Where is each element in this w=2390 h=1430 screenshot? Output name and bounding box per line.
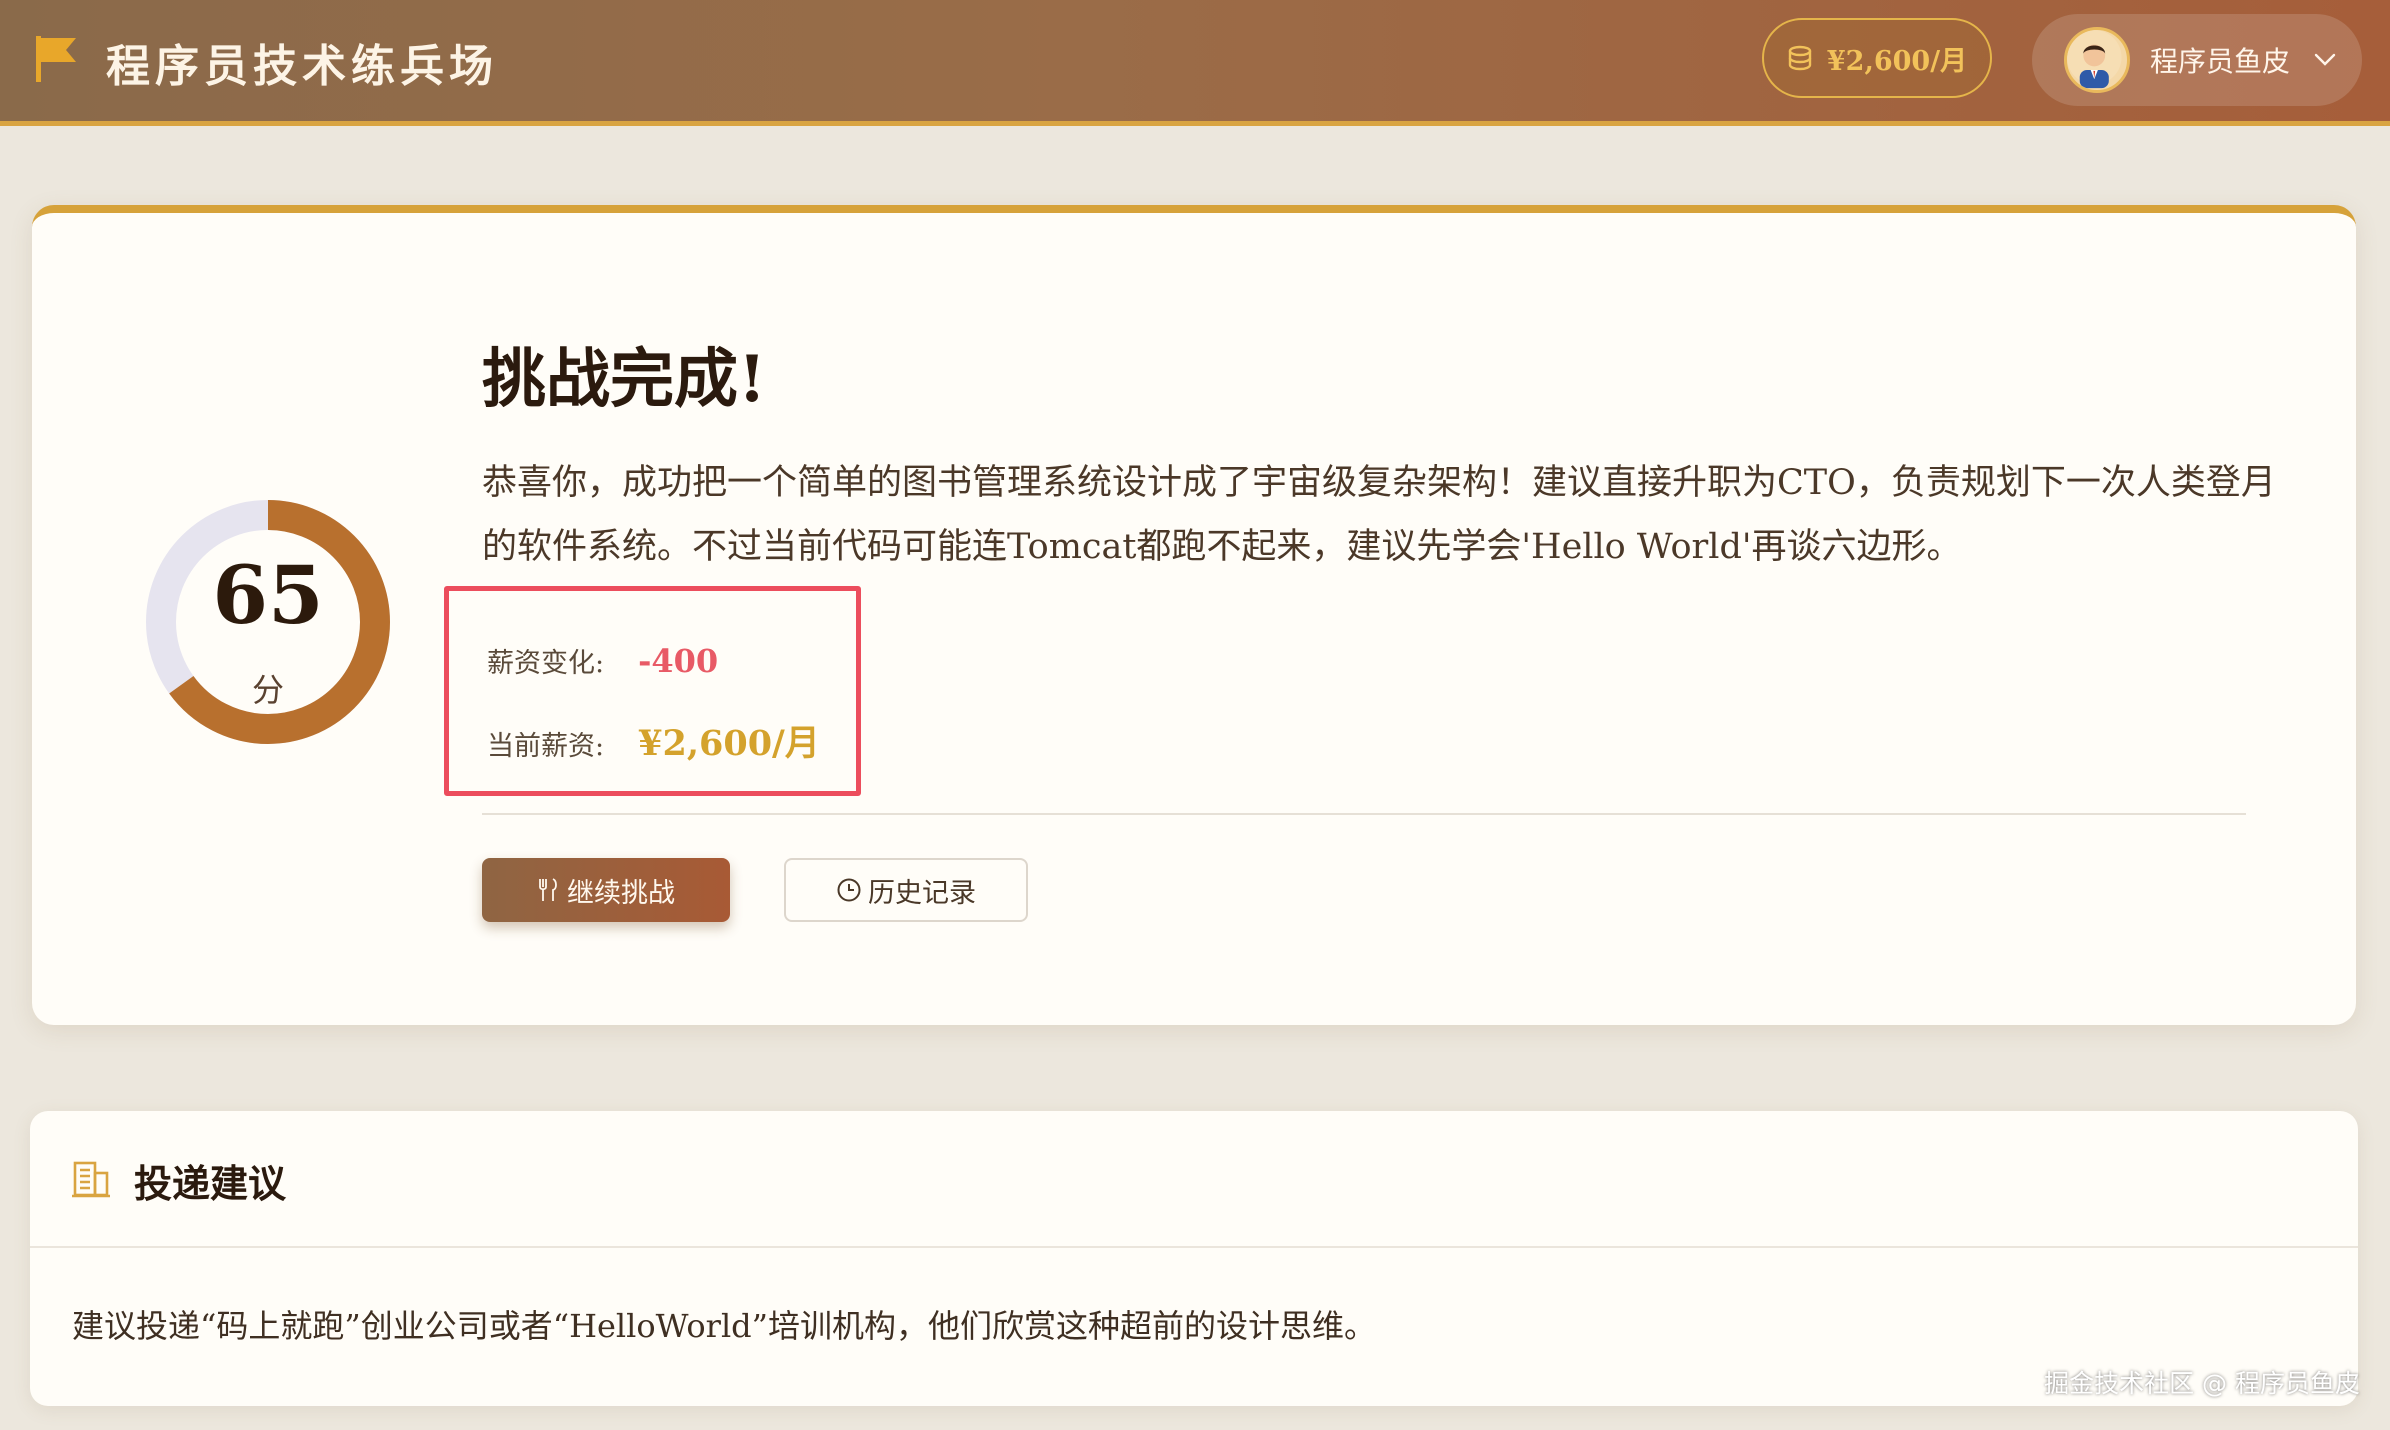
divider (30, 1246, 2358, 1248)
suggestion-title: 投递建议 (134, 1161, 287, 1206)
user-name: 程序员鱼皮 (2150, 45, 2291, 78)
salary-badge[interactable]: ¥2,600/月 (1762, 18, 1992, 98)
salary-summary-highlight: 薪资变化: -400 当前薪资: ¥2,600/月 (444, 586, 861, 796)
current-salary-row: 当前薪资: ¥2,600/月 (487, 715, 820, 766)
history-label: 历史记录 (868, 877, 976, 909)
app-title: 程序员技术练兵场 (106, 41, 498, 92)
salary-change-value: -400 (638, 642, 719, 680)
score-value: 65 (212, 548, 324, 642)
watermark: 掘金技术社区 @ 程序员鱼皮 (2044, 1369, 2360, 1398)
user-menu[interactable]: 程序员鱼皮 (2032, 14, 2362, 106)
coins-icon (1788, 45, 1812, 71)
score-unit: 分 (251, 671, 284, 709)
result-card: 65 分 挑战完成! 恭喜你，成功把一个简单的图书管理系统设计成了宇宙级复杂架构… (32, 205, 2356, 1025)
current-salary-label: 当前薪资: (487, 731, 605, 762)
suggestion-card: 投递建议 建议投递“码上就跑”创业公司或者“HelloWorld”培训机构，他们… (30, 1111, 2358, 1406)
app-header: 程序员技术练兵场 ¥2,600/月 程序员鱼皮 (0, 0, 2390, 126)
salary-badge-value: ¥2,600/月 (1826, 45, 1968, 77)
chevron-down-icon (2314, 53, 2336, 66)
result-description: 恭喜你，成功把一个简单的图书管理系统设计成了宇宙级复杂架构！建议直接升职为CTO… (482, 463, 2276, 567)
salary-change-label: 薪资变化: (487, 648, 605, 679)
continue-challenge-label: 继续挑战 (567, 877, 675, 909)
continue-challenge-button[interactable]: 继续挑战 (482, 858, 730, 922)
clock-icon (837, 878, 861, 902)
utensils-icon (539, 878, 557, 901)
result-title: 挑战完成! (482, 342, 767, 417)
building-icon (72, 1161, 110, 1198)
history-button[interactable]: 历史记录 (784, 858, 1028, 922)
avatar (2064, 27, 2130, 93)
current-salary-value: ¥2,600/月 (638, 723, 820, 764)
suggestion-text: 建议投递“码上就跑”创业公司或者“HelloWorld”培训机构，他们欣赏这种超… (72, 1307, 1377, 1345)
salary-change-row: 薪资变化: -400 (487, 641, 718, 680)
divider (482, 813, 2246, 815)
flag-icon (36, 36, 76, 82)
